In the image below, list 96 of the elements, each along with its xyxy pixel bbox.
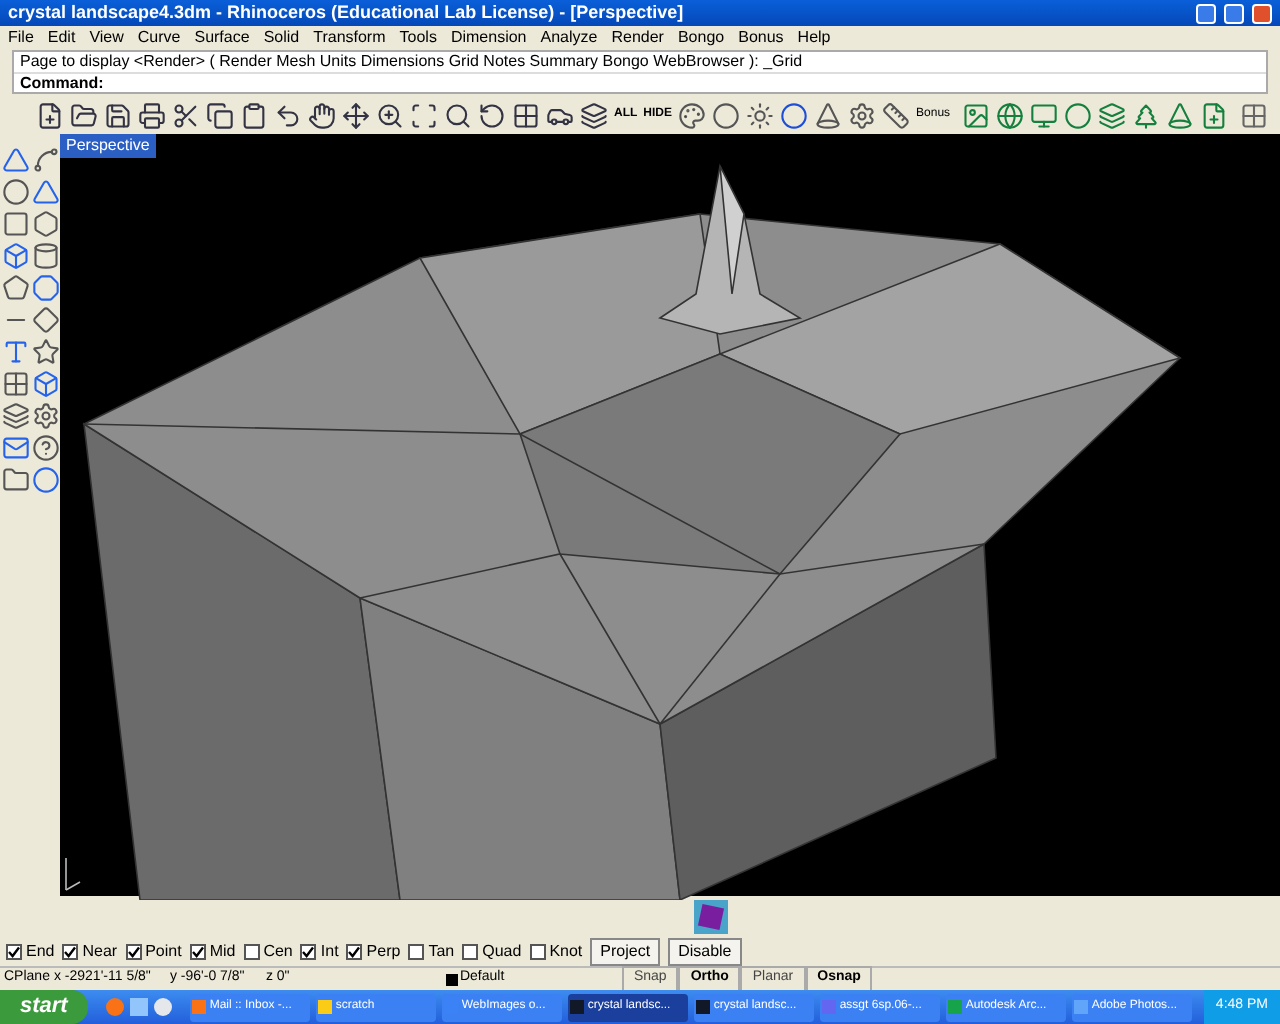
cone-icon[interactable] xyxy=(814,101,843,129)
osnap-label: Point xyxy=(145,940,182,964)
close-button[interactable] xyxy=(1252,3,1272,23)
menu-item[interactable]: Analyze xyxy=(540,25,598,49)
layer-swatch-icon xyxy=(445,973,458,985)
osnap-label: End xyxy=(26,940,55,964)
cylinder-icon[interactable] xyxy=(31,242,59,270)
zoom-icon[interactable] xyxy=(376,101,404,129)
sphere-icon[interactable] xyxy=(712,101,741,129)
osnap-checkbox[interactable] xyxy=(125,944,142,960)
layers-icon[interactable] xyxy=(580,101,608,129)
osnap-label: Knot xyxy=(549,940,583,964)
menu-item[interactable]: Solid xyxy=(263,25,300,49)
folder-icon[interactable] xyxy=(2,466,30,494)
gear-icon[interactable] xyxy=(848,101,877,129)
menu-item[interactable]: File xyxy=(8,25,34,49)
rotate-icon[interactable] xyxy=(478,101,506,129)
command-label: Command: xyxy=(20,71,104,95)
menu-item[interactable]: Edit xyxy=(47,25,76,49)
star-icon[interactable] xyxy=(31,338,59,366)
osnap-checkbox[interactable] xyxy=(529,944,546,960)
print-icon[interactable] xyxy=(138,101,166,129)
triangle-icon[interactable] xyxy=(31,178,59,206)
command-field[interactable]: Command: xyxy=(14,72,1266,92)
pentagon-icon[interactable] xyxy=(2,274,30,302)
circle-icon[interactable] xyxy=(31,466,59,494)
osnap-label: Perp xyxy=(366,940,401,964)
minimize-button[interactable] xyxy=(1196,3,1216,23)
search-icon[interactable] xyxy=(444,101,472,129)
menu-item[interactable]: Surface xyxy=(194,25,250,49)
clipboard-icon[interactable] xyxy=(240,101,268,129)
osnap-checkbox[interactable] xyxy=(62,944,79,960)
osnap-checkbox[interactable] xyxy=(346,944,363,960)
help-icon[interactable] xyxy=(31,434,59,462)
menu-item[interactable]: Bongo xyxy=(677,25,725,49)
menu-item[interactable]: View xyxy=(89,25,124,49)
envelope-icon[interactable] xyxy=(2,434,30,462)
menu-item[interactable]: Transform xyxy=(313,25,386,49)
grid-icon[interactable] xyxy=(512,101,540,129)
diamond-icon[interactable] xyxy=(31,306,59,334)
osnap-label: Quad xyxy=(482,940,522,964)
box-icon[interactable] xyxy=(2,242,30,270)
ball-icon[interactable] xyxy=(780,101,809,129)
copy-icon[interactable] xyxy=(206,101,234,129)
color-wheel-icon[interactable] xyxy=(678,101,707,129)
octagon-icon[interactable] xyxy=(31,274,59,302)
grid-icon[interactable] xyxy=(2,370,30,398)
menu-item[interactable]: Curve xyxy=(137,25,181,49)
scissors-icon[interactable] xyxy=(172,101,200,129)
osnap-button[interactable]: Project xyxy=(590,938,661,966)
menu-item[interactable]: Dimension xyxy=(450,25,527,49)
circle-icon[interactable] xyxy=(2,178,30,206)
sphere-icon[interactable] xyxy=(1064,101,1093,129)
hand-icon[interactable] xyxy=(308,101,336,129)
undo-icon[interactable] xyxy=(274,101,302,129)
monitor-icon[interactable] xyxy=(1030,101,1059,129)
osnap-label: Near xyxy=(82,940,118,964)
move-icon[interactable] xyxy=(342,101,370,129)
perspective-viewport[interactable]: Perspective xyxy=(60,134,1280,896)
text-icon[interactable] xyxy=(2,338,30,366)
layers-icon[interactable] xyxy=(2,402,30,430)
polygon-icon[interactable] xyxy=(31,210,59,238)
cone-icon[interactable] xyxy=(1166,101,1195,129)
command-history: Page to display <Render> ( Render Mesh Units Dimensions Grid Notes Summary Bongo WebBrowser ): _Grid xyxy=(14,52,1266,72)
document-icon[interactable] xyxy=(1200,101,1229,129)
ruler-icon[interactable] xyxy=(882,101,911,129)
axis-icon xyxy=(65,857,81,891)
zoom-window-icon[interactable] xyxy=(410,101,438,129)
new-file-icon[interactable] xyxy=(36,101,64,129)
curve-icon[interactable] xyxy=(31,146,59,174)
menu-item[interactable]: Tools xyxy=(399,25,437,49)
image-icon[interactable] xyxy=(962,101,991,129)
rectangle-icon[interactable] xyxy=(2,210,30,238)
restore-button[interactable] xyxy=(1224,3,1244,23)
menu-item[interactable]: Help xyxy=(797,25,831,49)
osnap-checkbox[interactable] xyxy=(243,944,260,960)
open-folder-icon[interactable] xyxy=(70,101,98,129)
osnap-checkbox[interactable] xyxy=(408,944,425,960)
osnap-checkbox[interactable] xyxy=(6,944,22,960)
osnap-label: Int xyxy=(320,940,339,964)
start-button[interactable]: start xyxy=(0,990,88,1024)
osnap-label: Cen xyxy=(263,940,293,964)
viewport-title[interactable]: Perspective xyxy=(60,134,156,158)
menu-item[interactable]: Bonus xyxy=(738,25,784,49)
gear-icon[interactable] xyxy=(31,402,59,430)
osnap-button[interactable]: Disable xyxy=(668,938,742,966)
osnap-label: Tan xyxy=(428,940,455,964)
save-icon[interactable] xyxy=(104,101,132,129)
osnap-checkbox[interactable] xyxy=(300,944,317,960)
tree-icon[interactable] xyxy=(1132,101,1161,129)
osnap-checkbox[interactable] xyxy=(189,944,206,960)
window-title: crystal landscape4.3dm - Rhinoceros (Educational Lab License) - [Perspective] xyxy=(8,0,686,26)
osnap-checkbox[interactable] xyxy=(462,944,479,960)
grid-icon[interactable] xyxy=(1240,101,1269,129)
osnap-label: Mid xyxy=(209,940,236,964)
menu-item[interactable]: Render xyxy=(611,25,664,49)
